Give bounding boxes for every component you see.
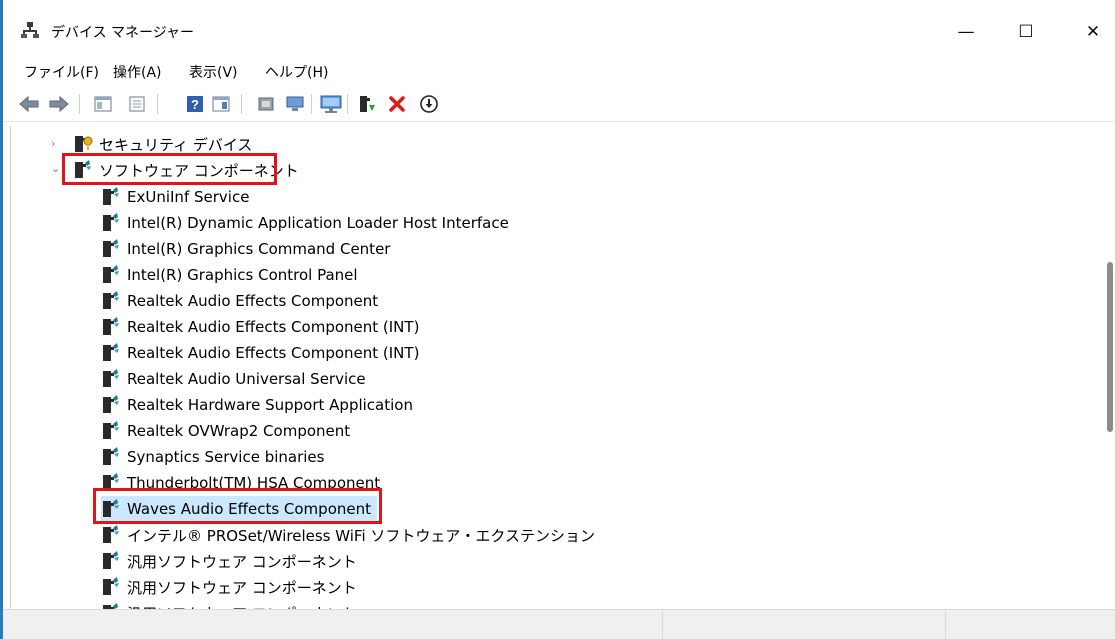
menu-bar: ファイル(F) 操作(A) 表示(V) ヘルプ(H) [3,58,1115,84]
tree-item-software-component[interactable]: Intel(R) Graphics Control Panel [101,262,358,288]
tree-item-software-component[interactable]: Synaptics Service binaries [101,444,324,470]
tree-item-label: Realtek Audio Effects Component (INT) [127,318,420,336]
scrollbar-thumb[interactable] [1107,262,1113,432]
tree-item-software-component[interactable]: 汎用ソフトウェア コンポーネント [101,600,357,609]
device-manager-icon [21,22,39,38]
close-button[interactable]: ✕ [1070,12,1115,52]
minimize-button[interactable]: — [943,12,989,52]
tree-item-software-component[interactable]: 汎用ソフトウェア コンポーネント [101,548,357,574]
software-component-icon [103,317,119,335]
software-component-icon [103,395,119,413]
tree-item-label: Realtek OVWrap2 Component [127,422,351,440]
back-icon[interactable] [17,93,41,115]
software-component-icon [103,551,119,569]
tree-item-software-component[interactable]: Intel(R) Graphics Command Center [101,236,390,262]
expand-arrow-icon[interactable]: › [51,137,55,150]
download-icon[interactable] [417,93,441,115]
software-component-icon [103,265,119,283]
tree-item-software-component[interactable]: Realtek Audio Effects Component [101,288,378,314]
maximize-button[interactable]: ☐ [1003,12,1049,52]
properties-icon[interactable] [125,93,149,115]
tree-item-software-component[interactable]: インテル® PROSet/Wireless WiFi ソフトウェア・エクステンシ… [101,522,595,548]
menu-view[interactable]: 表示(V) [189,62,238,82]
show-hide-tree-icon[interactable] [91,93,115,115]
tree-item-label: Intel(R) Graphics Control Panel [127,266,358,284]
device-manager-window: デバイス マネージャー — ☐ ✕ ファイル(F) 操作(A) 表示(V) ヘル… [0,0,1115,639]
window-title: デバイス マネージャー [51,25,195,41]
software-component-icon [103,291,119,309]
tree-category-label: セキュリティ デバイス [99,135,253,154]
software-component-icon [103,603,118,609]
tree-item-label: インテル® PROSet/Wireless WiFi ソフトウェア・エクステンシ… [127,526,595,545]
scan-hardware-icon[interactable] [319,93,343,115]
tree-item-label: Intel(R) Graphics Command Center [127,240,391,258]
tree-item-label: 汎用ソフトウェア コンポーネント [127,578,357,597]
software-component-icon [103,213,119,231]
menu-file[interactable]: ファイル(F) [24,62,99,82]
highlight-box-selected-item [93,488,382,524]
enable-device-icon[interactable] [355,93,379,115]
status-bar [3,609,1115,639]
update-driver-icon[interactable] [255,93,279,115]
uninstall-icon[interactable] [385,93,409,115]
toolbar-separator [79,94,80,114]
menu-help[interactable]: ヘルプ(H) [265,62,328,82]
computer-icon[interactable] [283,93,307,115]
software-component-icon [103,525,119,543]
help-icon[interactable]: ? [183,93,207,115]
toolbar: ? [3,88,1115,122]
tree-item-label: Realtek Hardware Support Application [127,396,413,414]
tree-item-label: ExUniInf Service [127,188,250,206]
software-component-icon [103,187,119,205]
device-tree[interactable]: › セキュリティ デバイス ⌄ ソフトウェア コンポーネント ExUniInf … [10,126,1106,609]
software-component-icon [103,369,119,387]
tree-item-label: Realtek Audio Effects Component (INT) [127,344,420,362]
tree-item-software-component[interactable]: Realtek Audio Effects Component (INT) [101,340,419,366]
tree-item-label: Realtek Audio Universal Service [127,370,366,388]
security-device-icon [75,136,93,152]
tree-item-label: 汎用ソフトウェア コンポーネント [127,552,357,571]
status-cell [663,610,946,639]
title-bar: デバイス マネージャー — ☐ ✕ [3,0,1115,56]
tree-item-label: Intel(R) Dynamic Application Loader Host… [127,214,509,232]
tree-item-software-component[interactable]: Intel(R) Dynamic Application Loader Host… [101,210,509,236]
tree-item-software-component[interactable]: Realtek Audio Universal Service [101,366,366,392]
forward-icon[interactable] [47,93,71,115]
software-component-icon [103,421,119,439]
tree-item-software-component[interactable]: Realtek OVWrap2 Component [101,418,350,444]
toolbar-separator [311,94,312,114]
tree-item-software-component[interactable]: Realtek Hardware Support Application [101,392,413,418]
toolbar-separator [157,94,158,114]
tree-item-label: Synaptics Service binaries [127,448,325,466]
tree-item-label: Realtek Audio Effects Component [127,292,379,310]
menu-action[interactable]: 操作(A) [113,62,162,82]
collapse-arrow-icon[interactable]: ⌄ [51,162,60,175]
tree-item-software-component[interactable]: ExUniInf Service [101,184,249,210]
toolbar-separator [241,94,242,114]
toolbar-separator [347,94,348,114]
tree-item-software-component[interactable]: 汎用ソフトウェア コンポーネント [101,574,357,600]
software-component-icon [103,343,119,361]
software-component-icon [103,577,119,595]
software-component-icon [103,447,119,465]
action-pane-icon[interactable] [209,93,233,115]
status-cell [3,610,663,639]
svg-text:?: ? [191,97,199,112]
highlight-box-category [62,153,277,185]
software-component-icon [103,239,119,257]
tree-item-software-component[interactable]: Realtek Audio Effects Component (INT) [101,314,419,340]
